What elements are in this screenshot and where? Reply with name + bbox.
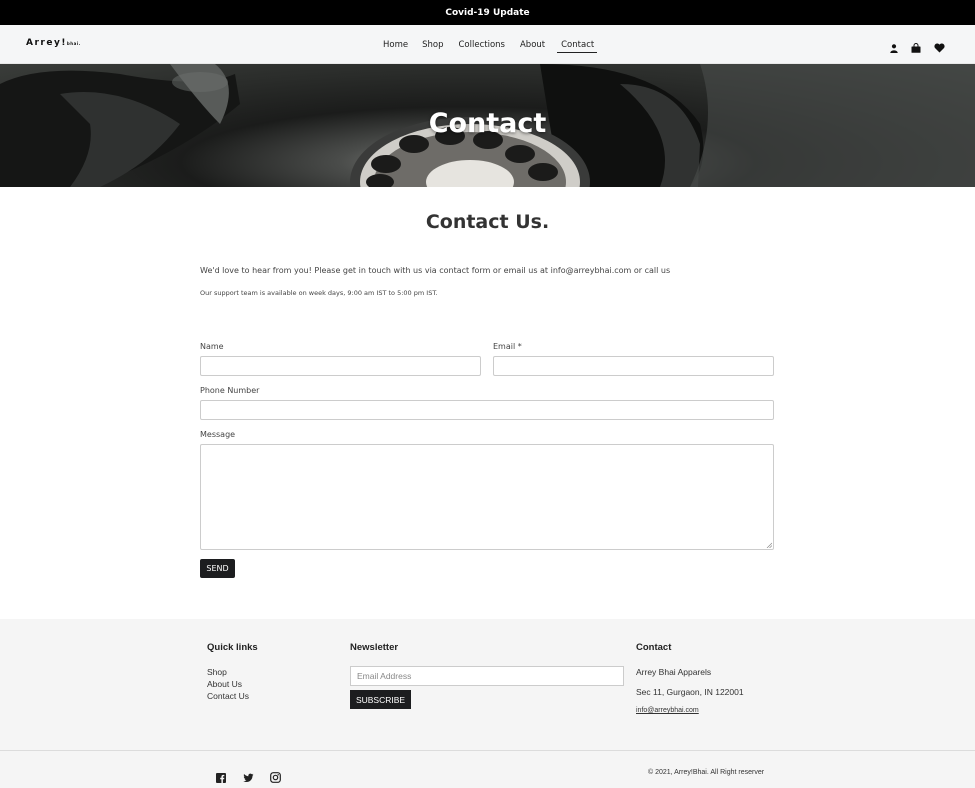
nav-shop[interactable]: Shop xyxy=(422,40,443,53)
subscribe-button[interactable]: SUBSCRIBE xyxy=(350,690,411,709)
footer-link-contact[interactable]: Contact Us xyxy=(207,691,249,701)
resize-handle-icon[interactable] xyxy=(766,542,772,548)
company-email-link[interactable]: info@arreybhai.com xyxy=(636,707,699,714)
announcement-bar[interactable]: Covid-19 Update xyxy=(0,0,975,25)
newsletter-placeholder: Email Address xyxy=(357,671,412,681)
twitter-icon[interactable] xyxy=(243,768,254,787)
newsletter-email-input[interactable]: Email Address xyxy=(350,666,624,686)
nav-home[interactable]: Home xyxy=(383,40,408,53)
instagram-icon[interactable] xyxy=(270,768,281,787)
contact-title: Contact xyxy=(636,642,672,653)
logo-sub: bhai. xyxy=(66,41,81,46)
message-textarea[interactable] xyxy=(200,444,774,550)
send-button[interactable]: SEND xyxy=(200,559,235,578)
logo-main: Arrey! xyxy=(26,38,67,48)
quick-links-title: Quick links xyxy=(207,642,258,653)
newsletter-title: Newsletter xyxy=(350,642,399,653)
footer-link-shop[interactable]: Shop xyxy=(207,667,227,677)
main-nav: Home Shop Collections About Contact xyxy=(383,40,598,53)
announcement-text[interactable]: Covid-19 Update xyxy=(445,8,529,18)
name-label: Name xyxy=(200,342,224,351)
phone-field[interactable] xyxy=(200,400,774,420)
footer-link-about[interactable]: About Us xyxy=(207,679,242,689)
phone-label: Phone Number xyxy=(200,386,260,395)
heart-icon[interactable] xyxy=(934,38,945,57)
company-address: Sec 11, Gurgaon, IN 122001 xyxy=(636,687,744,697)
support-text: Our support team is available on week da… xyxy=(200,289,438,297)
company-name: Arrey Bhai Apparels xyxy=(636,667,712,677)
footer-divider xyxy=(0,750,975,751)
logo[interactable]: Arrey!bhai. xyxy=(26,38,81,48)
site-footer: Quick links Shop About Us Contact Us New… xyxy=(0,619,975,788)
page-title: Contact Us. xyxy=(425,211,550,233)
email-label: Email * xyxy=(493,342,522,351)
nav-collections[interactable]: Collections xyxy=(459,40,505,53)
message-label: Message xyxy=(200,430,236,439)
user-icon[interactable] xyxy=(890,38,898,57)
bag-icon[interactable] xyxy=(911,38,921,57)
nav-contact[interactable]: Contact xyxy=(557,40,598,53)
site-header: Arrey!bhai. Home Shop Collections About … xyxy=(0,25,975,64)
facebook-icon[interactable] xyxy=(216,768,226,787)
name-field[interactable] xyxy=(200,356,481,376)
hero-banner: Contact xyxy=(0,64,975,187)
intro-text: We'd love to hear from you! Please get i… xyxy=(200,266,671,275)
copyright-text: © 2021, Arrey!Bhai. All Right reserver xyxy=(648,769,765,776)
nav-about[interactable]: About xyxy=(520,40,545,53)
email-field[interactable] xyxy=(493,356,774,376)
hero-title: Contact xyxy=(428,108,547,139)
header-icons xyxy=(890,38,945,57)
